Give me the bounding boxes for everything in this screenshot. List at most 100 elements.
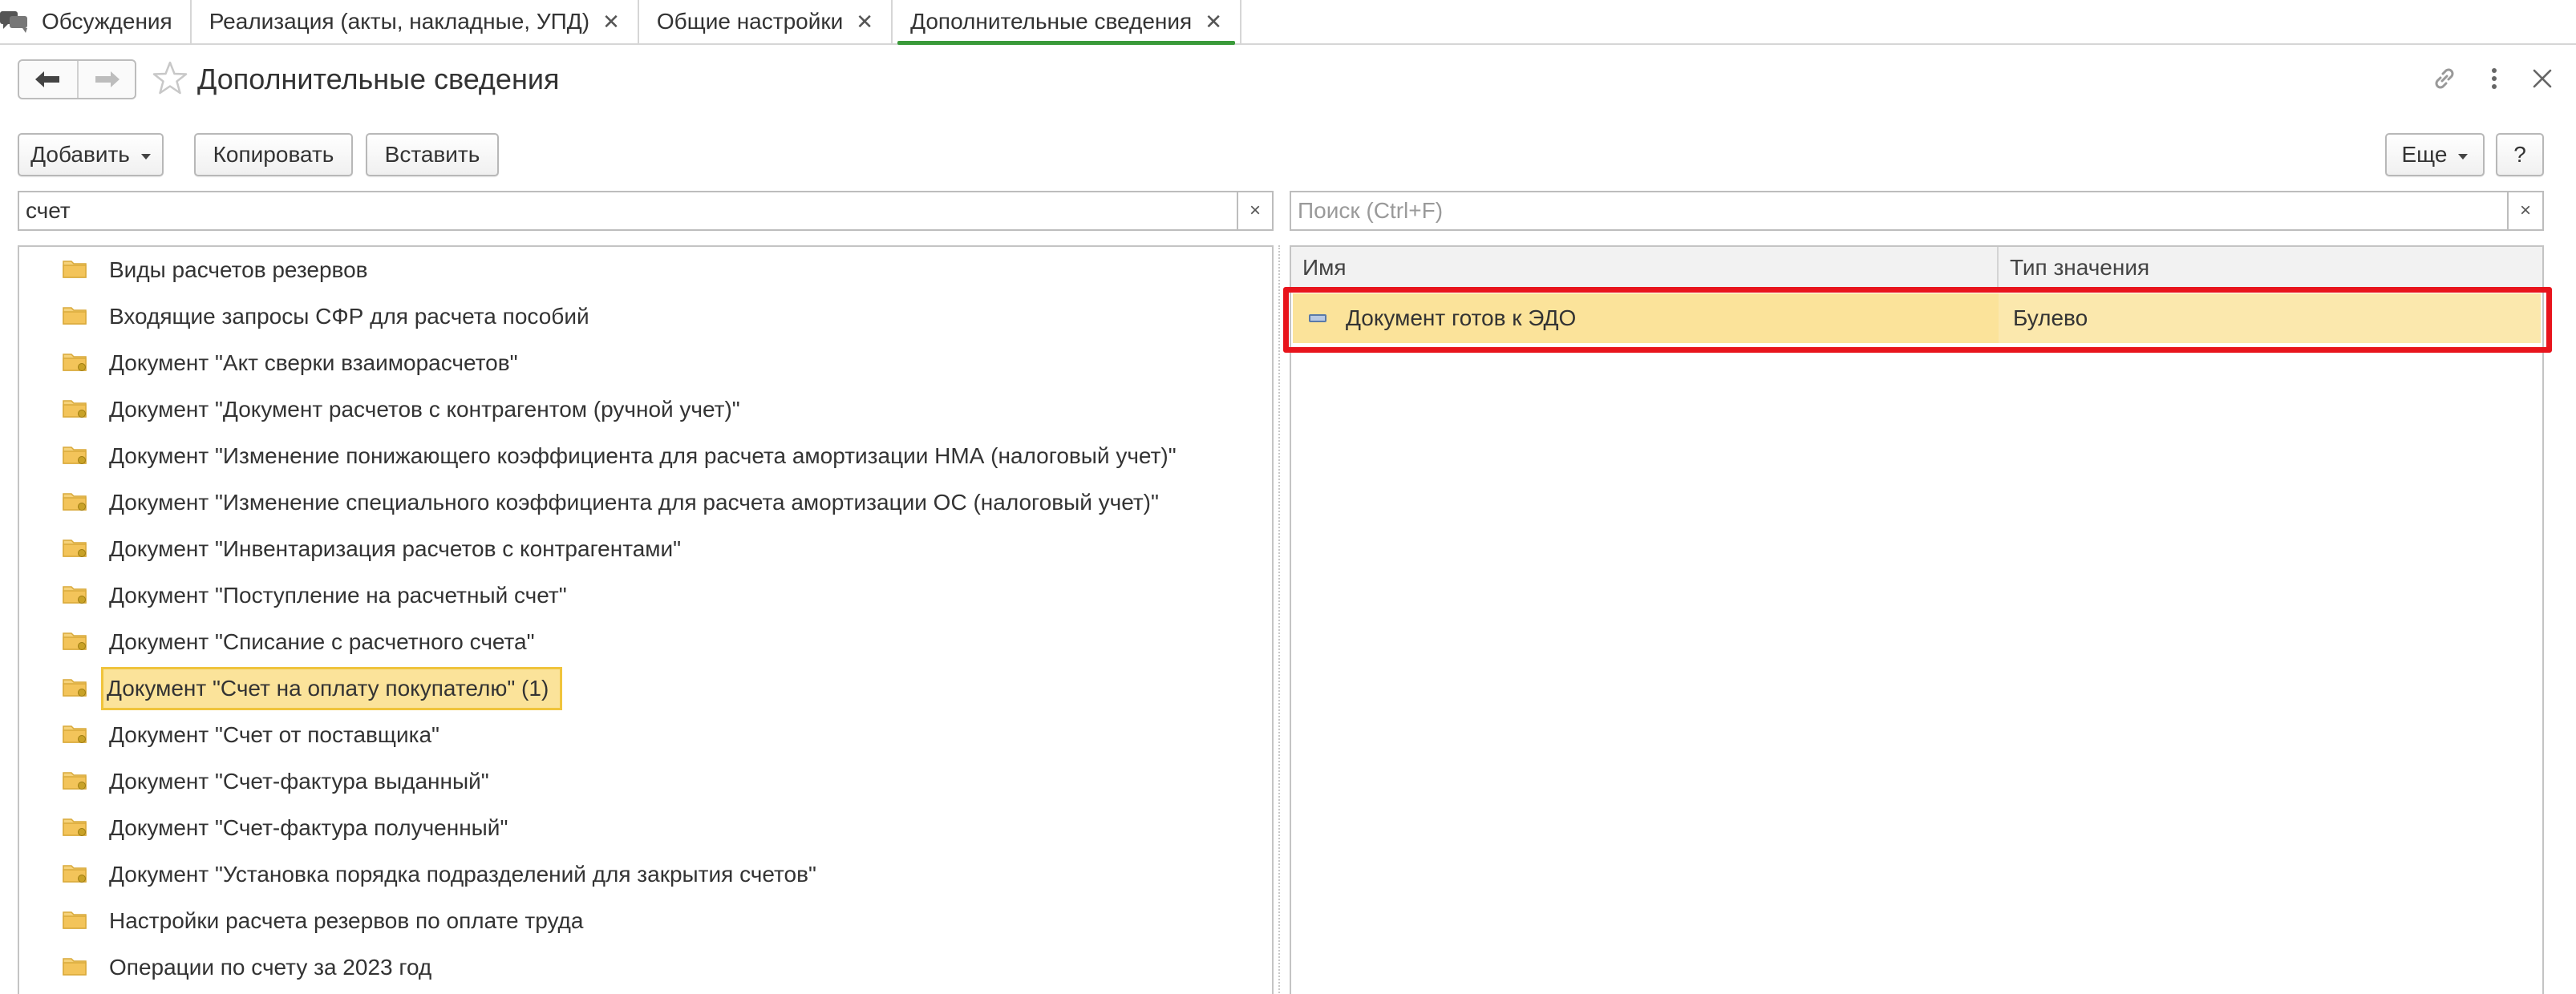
- tab-discussions[interactable]: Обсуждения: [0, 0, 192, 43]
- folder-doc-icon: [63, 491, 87, 511]
- help-button-label: ?: [2513, 142, 2526, 167]
- table-header: Имя Тип значения: [1291, 247, 2542, 290]
- folder-doc-icon: [63, 398, 87, 418]
- dropdown-caret-icon: [140, 153, 151, 160]
- add-button[interactable]: Добавить: [18, 133, 164, 176]
- tab-general-settings[interactable]: Общие настройки ✕: [639, 0, 893, 43]
- more-button[interactable]: Еще: [2385, 133, 2485, 176]
- folder-icon: [63, 910, 87, 929]
- tree-item-label: Документ "Изменение специального коэффиц…: [109, 490, 1159, 515]
- category-tree: Виды расчетов резервов Входящие запросы С…: [18, 245, 1274, 994]
- copy-button[interactable]: Копировать: [194, 133, 353, 176]
- folder-doc-icon: [63, 677, 87, 697]
- tab-label: Реализация (акты, накладные, УПД): [209, 9, 590, 34]
- tree-item-label: Документ "Инвентаризация расчетов с конт…: [109, 536, 682, 561]
- tree-item-label: Документ "Изменение понижающего коэффици…: [109, 443, 1177, 468]
- folder-doc-icon: [63, 538, 87, 557]
- table-search-placeholder[interactable]: Поиск (Ctrl+F): [1291, 198, 2507, 224]
- tab-bar: Обсуждения Реализация (акты, накладные, …: [0, 0, 2576, 45]
- tree-search-value[interactable]: счет: [19, 198, 1237, 224]
- more-vertical-icon[interactable]: [2477, 61, 2512, 96]
- folder-doc-icon: [63, 352, 87, 371]
- folder-doc-icon: [63, 631, 87, 650]
- folder-doc-icon: [63, 724, 87, 743]
- back-arrow-icon: [35, 71, 59, 87]
- tree-item-label: Документ "Счет-фактура полученный": [109, 815, 508, 840]
- paste-button[interactable]: Вставить: [366, 133, 499, 176]
- tab-additional-info[interactable]: Дополнительные сведения ✕: [893, 0, 1241, 45]
- paste-button-label: Вставить: [384, 142, 480, 167]
- tree-item[interactable]: Документ "Изменение специального коэффиц…: [19, 479, 1272, 526]
- tree-item[interactable]: Виды расчетов резервов: [19, 247, 1272, 293]
- tab-label: Обсуждения: [42, 9, 172, 34]
- tree-item[interactable]: Документ "Акт сверки взаиморасчетов": [19, 340, 1272, 386]
- column-header-name[interactable]: Имя: [1291, 247, 1997, 289]
- copy-button-label: Копировать: [213, 142, 334, 167]
- tree-item[interactable]: Документ "Счет от поставщика": [19, 712, 1272, 758]
- folder-icon: [63, 305, 87, 325]
- folder-doc-icon: [63, 817, 87, 836]
- panel-splitter[interactable]: [1278, 245, 1280, 994]
- tree-item[interactable]: Входящие запросы СФР для расчета пособий: [19, 293, 1272, 340]
- link-icon[interactable]: [2427, 61, 2462, 96]
- folder-doc-icon: [63, 770, 87, 790]
- forward-button[interactable]: [77, 61, 135, 98]
- tree-item-label: Операции по счету за 2023 год: [109, 955, 432, 980]
- tree-item-label: Документ "Документ расчетов с контрагент…: [109, 397, 740, 422]
- page-title: Дополнительные сведения: [197, 63, 560, 95]
- property-type: Булево: [2013, 305, 2088, 330]
- help-button[interactable]: ?: [2496, 133, 2544, 176]
- tree-item-label: Документ "Счет-фактура выданный": [109, 769, 489, 794]
- name-cell[interactable]: Документ готов к ЭДО: [1293, 293, 1999, 343]
- tree-item-label: Документ "Счет от поставщика": [109, 722, 439, 747]
- tree-item-label: Документ "Установка порядка подразделени…: [109, 862, 816, 887]
- chat-bubbles-icon: [0, 10, 29, 34]
- forward-arrow-icon: [95, 71, 119, 87]
- tab-close-icon[interactable]: ✕: [856, 11, 873, 32]
- properties-table: Имя Тип значения Документ готов к ЭДО Бу…: [1290, 245, 2544, 994]
- tab-close-icon[interactable]: ✕: [602, 11, 620, 32]
- tree-item[interactable]: Документ "Инвентаризация расчетов с конт…: [19, 526, 1272, 572]
- tree-item[interactable]: Документ "Документ расчетов с контрагент…: [19, 386, 1272, 433]
- tab-label: Дополнительные сведения: [910, 9, 1193, 34]
- tree-item-label: Документ "Акт сверки взаиморасчетов": [109, 350, 518, 375]
- tree-item[interactable]: Документ "Счет-фактура полученный": [19, 805, 1272, 851]
- add-button-label: Добавить: [30, 142, 130, 167]
- folder-icon: [63, 259, 87, 278]
- folder-doc-icon: [63, 445, 87, 464]
- tree-item[interactable]: Документ "Списание с расчетного счета": [19, 619, 1272, 665]
- tab-sales-docs[interactable]: Реализация (акты, накладные, УПД) ✕: [192, 0, 639, 43]
- tree-item-label: Документ "Счет на оплату покупателю" (1): [101, 667, 563, 710]
- folder-doc-icon: [63, 584, 87, 604]
- tab-close-icon[interactable]: ✕: [1205, 11, 1222, 32]
- property-name: Документ готов к ЭДО: [1346, 305, 1577, 330]
- tree-item[interactable]: Настройки расчета резервов по оплате тру…: [19, 898, 1272, 944]
- tree-item[interactable]: Документ "Счет-фактура выданный": [19, 758, 1272, 805]
- navigation-buttons: [18, 59, 136, 99]
- column-header-type[interactable]: Тип значения: [1997, 247, 2542, 289]
- tree-item-label: Документ "Поступление на расчетный счет": [109, 583, 567, 608]
- tree-item-label: Входящие запросы СФР для расчета пособий: [109, 304, 589, 329]
- tree-item-label: Виды расчетов резервов: [109, 257, 368, 282]
- folder-doc-icon: [63, 863, 87, 883]
- tree-item[interactable]: Документ "Поступление на расчетный счет": [19, 572, 1272, 619]
- close-icon[interactable]: [2525, 61, 2560, 96]
- tree-item[interactable]: Операции по счету за 2023 год: [19, 944, 1272, 991]
- tree-search-input[interactable]: счет ×: [18, 191, 1274, 231]
- tree-item[interactable]: Документ "Счет на оплату покупателю" (1): [19, 665, 1272, 712]
- tree-item[interactable]: Документ "Изменение понижающего коэффици…: [19, 433, 1272, 479]
- table-row[interactable]: Документ готов к ЭДО Булево: [1293, 293, 2541, 343]
- clear-search-icon[interactable]: ×: [2507, 192, 2542, 229]
- tree-item[interactable]: Документ "Установка порядка подразделени…: [19, 851, 1272, 898]
- property-icon: [1309, 314, 1326, 322]
- favorite-star-icon[interactable]: [151, 59, 189, 98]
- tab-label: Общие настройки: [656, 9, 844, 34]
- table-search-input[interactable]: Поиск (Ctrl+F) ×: [1290, 191, 2544, 231]
- tree-item-label: Настройки расчета резервов по оплате тру…: [109, 908, 584, 933]
- dropdown-caret-icon: [2458, 153, 2469, 160]
- tree-item-label: Документ "Списание с расчетного счета": [109, 629, 535, 654]
- back-button[interactable]: [19, 61, 77, 98]
- more-button-label: Еще: [2401, 142, 2448, 167]
- clear-search-icon[interactable]: ×: [1237, 192, 1272, 229]
- folder-icon: [63, 956, 87, 976]
